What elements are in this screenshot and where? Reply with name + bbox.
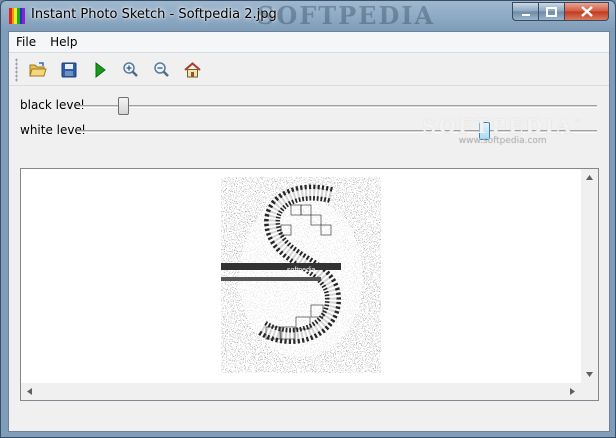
scroll-right-icon [570, 388, 575, 395]
scroll-left-icon [27, 388, 32, 395]
scroll-down-icon [586, 372, 593, 377]
scroll-corner [581, 383, 598, 400]
vertical-scrollbar[interactable] [581, 169, 598, 383]
zoom-in-button[interactable] [119, 58, 142, 81]
sketch-drawing: softpedia [221, 177, 381, 373]
minimize-button[interactable] [512, 2, 539, 21]
close-icon [580, 6, 593, 17]
app-icon [9, 8, 26, 24]
horizontal-scroll-arrows [27, 388, 575, 395]
maximize-button[interactable] [539, 2, 565, 21]
play-icon [95, 61, 106, 78]
minimize-icon [521, 13, 530, 16]
menu-help[interactable]: Help [43, 32, 84, 53]
scroll-up-icon [586, 175, 593, 180]
run-button[interactable] [88, 58, 111, 81]
close-button[interactable] [565, 2, 609, 21]
zoom-out-icon [154, 62, 169, 77]
title-watermark: SOFTPEDIA [257, 1, 436, 30]
menu-bar: File Help [9, 32, 609, 53]
black-level-row: black level [9, 95, 609, 117]
home-icon [184, 61, 201, 77]
open-folder-icon [28, 61, 47, 76]
window-controls [512, 2, 609, 21]
zoom-out-button[interactable] [150, 58, 173, 81]
white-level-label: white level [20, 123, 86, 137]
save-icon [61, 62, 76, 77]
save-button[interactable] [57, 58, 80, 81]
app-window: Instant Photo Sketch - Softpedia 2.jpg S… [0, 0, 616, 438]
zoom-in-icon [123, 62, 138, 77]
sketch-image: softpedia [221, 177, 381, 373]
black-level-thumb[interactable] [117, 97, 129, 115]
black-level-track[interactable] [77, 105, 597, 108]
maximize-icon [546, 6, 557, 17]
white-level-row: white level [9, 120, 609, 142]
home-button[interactable] [181, 58, 204, 81]
client-area: File Help black level white level SOFTPE… [8, 31, 610, 432]
vertical-scroll-arrows [586, 175, 593, 377]
horizontal-scrollbar[interactable] [21, 383, 581, 400]
open-button[interactable] [26, 58, 49, 81]
black-level-label: black level [20, 98, 85, 112]
white-level-thumb[interactable] [479, 122, 491, 140]
title-bar[interactable]: Instant Photo Sketch - Softpedia 2.jpg S… [1, 1, 615, 31]
toolbar [9, 54, 609, 86]
white-level-track[interactable] [77, 130, 597, 133]
menu-file[interactable]: File [9, 32, 43, 53]
image-overlay-text: softpedia [287, 267, 316, 274]
window-title: Instant Photo Sketch - Softpedia 2.jpg [31, 7, 277, 22]
toolbar-grip[interactable] [15, 57, 18, 82]
image-viewport[interactable]: softpedia [20, 168, 599, 401]
